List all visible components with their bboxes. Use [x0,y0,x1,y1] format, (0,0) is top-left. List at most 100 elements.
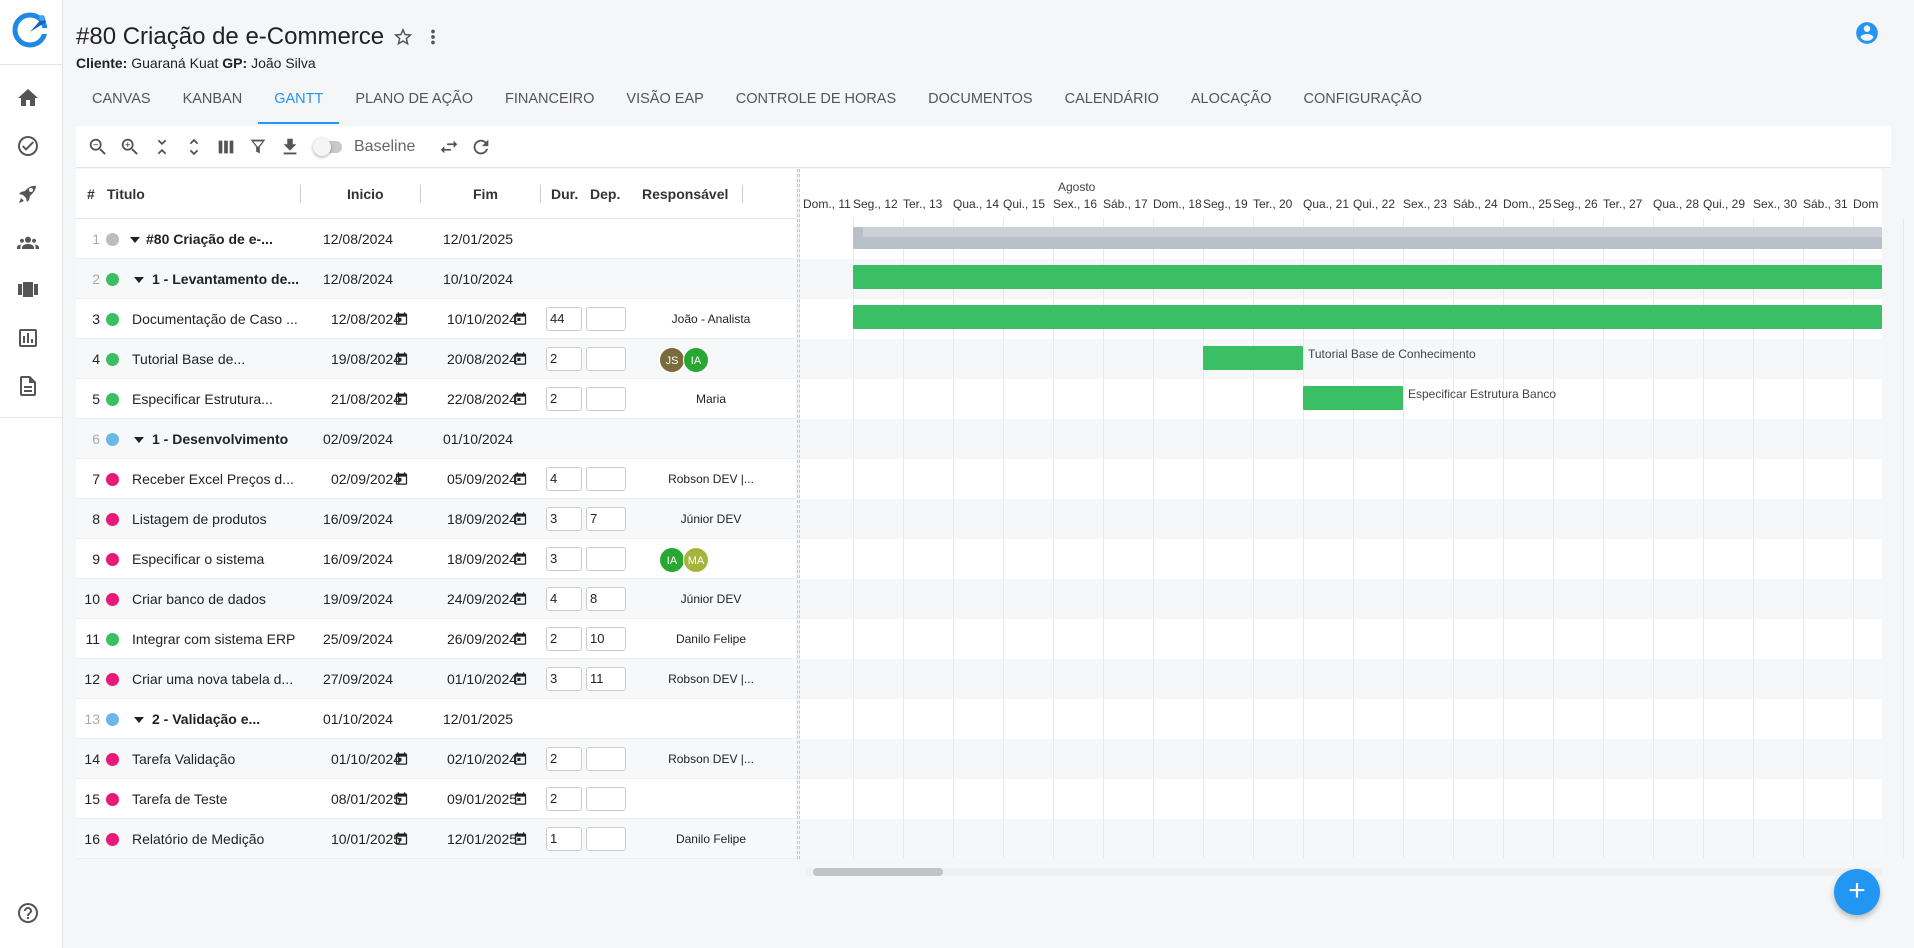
swap-icon[interactable] [433,131,465,163]
tab-calendario[interactable]: CALENDÁRIO [1049,82,1175,124]
scroll-thumb[interactable] [813,868,943,876]
tab-controle-de-horas[interactable]: CONTROLE DE HORAS [720,82,912,124]
task-title[interactable]: Tutorial Base de... [132,339,328,379]
task-start-date[interactable]: 16/09/2024 [308,539,408,579]
assignee-avatar[interactable]: JS [659,347,685,373]
assignee-avatar[interactable]: IA [683,347,709,373]
tab-financeiro[interactable]: FINANCEIRO [489,82,610,124]
calendar-icon[interactable] [513,831,528,846]
task-end-date[interactable]: 01/10/2024 [428,419,528,459]
task-title[interactable]: Listagem de produtos [132,499,328,539]
task-row[interactable]: 6 1 - Desenvolvimento 02/09/2024 01/10/2024 [76,419,796,459]
dependency-input[interactable]: 8 [586,587,626,611]
calendar-icon[interactable] [513,511,528,526]
col-end[interactable]: Fim [473,186,498,202]
task-title[interactable]: Especificar o sistema [132,539,328,579]
task-title[interactable]: Tarefa de Teste [132,779,328,819]
task-title[interactable]: Criar uma nova tabela d... [132,659,328,699]
bar-chart-icon[interactable] [16,326,40,350]
tab-gantt[interactable]: GANTT [258,82,340,124]
task-title[interactable]: Documentação de Caso ... [132,299,328,339]
duration-input[interactable]: 44 [546,307,582,331]
star-icon[interactable] [392,26,414,48]
duration-input[interactable]: 2 [546,347,582,371]
task-start-date[interactable]: 27/09/2024 [308,659,408,699]
calendar-icon[interactable] [513,751,528,766]
task-row[interactable]: 3 Documentação de Caso ... 12/08/2024 10/10… [76,299,796,339]
duration-input[interactable]: 2 [546,787,582,811]
tab-documentos[interactable]: DOCUMENTOS [912,82,1048,124]
task-bar[interactable] [853,305,1882,329]
expand-caret-icon[interactable] [134,437,144,443]
task-row[interactable]: 13 2 - Validação e... 01/10/2024 12/01/2025 [76,699,796,739]
col-dur[interactable]: Dur. [551,186,578,202]
task-start-date[interactable]: 16/09/2024 [308,499,408,539]
task-row[interactable]: 12 Criar uma nova tabela d... 27/09/2024 01… [76,659,796,699]
task-title[interactable]: Criar banco de dados [132,579,328,619]
task-row[interactable]: 11 Integrar com sistema ERP 25/09/2024 26/0… [76,619,796,659]
calendar-icon[interactable] [513,471,528,486]
task-row[interactable]: 16 Relatório de Medição 10/01/2025 12/01/20… [76,819,796,859]
task-end-date[interactable]: 10/10/2024 [428,259,528,299]
calendar-icon[interactable] [513,791,528,806]
dependency-input[interactable] [586,387,626,411]
calendar-icon[interactable] [513,551,528,566]
filter-icon[interactable] [242,131,274,163]
task-row[interactable]: 14 Tarefa Validação 01/10/2024 02/10/2024 2 R… [76,739,796,779]
tab-alocacao[interactable]: ALOCAÇÃO [1175,82,1288,124]
dependency-input[interactable] [586,467,626,491]
home-icon[interactable] [16,86,40,110]
task-row[interactable]: 9 Especificar o sistema 16/09/2024 18/09/20… [76,539,796,579]
zoom-in-icon[interactable] [114,131,146,163]
baseline-switch[interactable] [313,137,342,156]
task-start-date[interactable]: 19/09/2024 [308,579,408,619]
gantt-scrollbar[interactable] [805,868,1882,876]
col-resp[interactable]: Responsável [642,186,728,202]
task-title[interactable]: Especificar Estrutura... [132,379,328,419]
task-title[interactable]: 1 - Desenvolvimento [152,419,328,459]
duration-input[interactable]: 1 [546,827,582,851]
zoom-out-icon[interactable] [82,131,114,163]
tab-canvas[interactable]: CANVAS [76,82,167,124]
dependency-input[interactable] [586,787,626,811]
duration-input[interactable]: 3 [546,547,582,571]
duration-input[interactable]: 4 [546,467,582,491]
task-start-date[interactable]: 12/08/2024 [308,219,408,259]
rocket-icon[interactable] [16,182,40,206]
duration-input[interactable]: 4 [546,587,582,611]
task-row[interactable]: 8 Listagem de produtos 16/09/2024 18/09/202… [76,499,796,539]
calendar-icon[interactable] [394,791,409,806]
add-fab-button[interactable]: + [1834,869,1880,915]
tab-visao-eap[interactable]: VISÃO EAP [610,82,719,124]
project-summary-bar[interactable] [853,227,1882,249]
dependency-input[interactable] [586,347,626,371]
app-logo[interactable] [10,8,52,50]
task-start-date[interactable]: 02/09/2024 [308,419,408,459]
duration-input[interactable]: 2 [546,747,582,771]
task-row[interactable]: 7 Receber Excel Preços d... 02/09/2024 05/0… [76,459,796,499]
task-row[interactable]: 5 Especificar Estrutura... 21/08/2024 22/08… [76,379,796,419]
dependency-input[interactable] [586,747,626,771]
expand-all-icon[interactable] [178,131,210,163]
columns-icon[interactable] [210,131,242,163]
task-row[interactable]: 4 Tutorial Base de... 19/08/2024 20/08/2024… [76,339,796,379]
col-dep[interactable]: Dep. [590,186,620,202]
task-end-date[interactable]: 12/01/2025 [428,699,528,739]
refresh-icon[interactable] [465,131,497,163]
tab-kanban[interactable]: KANBAN [167,82,259,124]
duration-input[interactable]: 3 [546,507,582,531]
task-title[interactable]: Receber Excel Preços d... [132,459,328,499]
expand-caret-icon[interactable] [134,717,144,723]
task-bar[interactable] [1303,386,1403,410]
calendar-icon[interactable] [394,391,409,406]
task-end-date[interactable]: 12/01/2025 [428,219,528,259]
more-vert-icon[interactable] [422,26,444,48]
task-title[interactable]: Integrar com sistema ERP [132,619,328,659]
account-icon[interactable] [1854,20,1880,46]
document-icon[interactable] [16,374,40,398]
calendar-icon[interactable] [394,351,409,366]
calendar-icon[interactable] [394,831,409,846]
task-row[interactable]: 15 Tarefa de Teste 08/01/2025 09/01/2025 2 [76,779,796,819]
task-start-date[interactable]: 12/08/2024 [308,259,408,299]
task-row[interactable]: 2 1 - Levantamento de... 12/08/2024 10/10/2… [76,259,796,299]
